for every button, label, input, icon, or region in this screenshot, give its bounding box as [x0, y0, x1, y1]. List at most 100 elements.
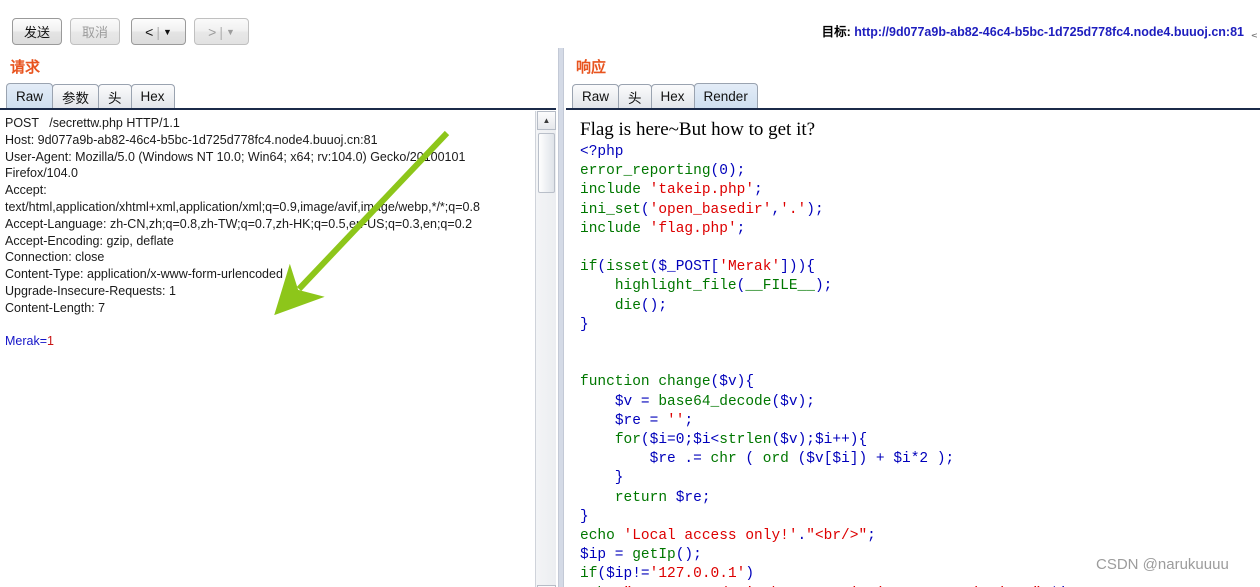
- code-token: '127.0.0.1': [649, 566, 746, 583]
- code-token: if: [580, 566, 598, 583]
- response-tab-raw[interactable]: Raw: [572, 84, 620, 108]
- proxy-window: 发送 取消 < | ▼ > | ▼ 目标: http://9d077a9b-ab…: [0, 0, 1260, 587]
- toolbar: 发送 取消 < | ▼ > | ▼ 目标: http://9d077a9b-ab…: [0, 0, 1260, 48]
- code-token: ();: [640, 297, 668, 314]
- response-tabstrip: Raw 头 Hex Render: [572, 83, 758, 108]
- code-token: $i: [814, 432, 833, 449]
- chevron-down-icon[interactable]: ▼: [163, 28, 172, 37]
- code-token: );: [806, 201, 824, 218]
- response-panel-title: 响应: [576, 58, 607, 76]
- tab-label: 头: [108, 90, 122, 106]
- code-token: 2: [919, 451, 929, 468]
- code-token: }: [580, 470, 624, 487]
- tab-label: Hex: [660, 89, 685, 104]
- send-button[interactable]: 发送: [12, 18, 62, 45]
- code-token: =: [667, 432, 676, 449]
- request-raw-editor[interactable]: POST /secrettw.php HTTP/1.1 Host: 9d077a…: [0, 111, 543, 587]
- code-token: ,: [771, 201, 781, 218]
- next-request-button[interactable]: > | ▼: [194, 18, 249, 45]
- request-tab-参数[interactable]: 参数: [52, 84, 100, 108]
- code-token: ])){: [780, 259, 815, 276]
- code-token: isset: [606, 259, 650, 276]
- response-tab-hex[interactable]: Hex: [650, 84, 695, 108]
- code-token: change: [658, 374, 711, 391]
- request-headers-text: POST /secrettw.php HTTP/1.1 Host: 9d077a…: [5, 116, 480, 315]
- code-token: (: [710, 374, 720, 391]
- code-token: strlen: [719, 432, 772, 449]
- code-token: (: [771, 432, 781, 449]
- separator-icon: |: [219, 23, 223, 40]
- code-token: );: [797, 393, 815, 410]
- code-token: =: [640, 412, 668, 429]
- request-tabstrip: Raw 参数 头 Hex: [6, 83, 175, 108]
- request-tab-hex[interactable]: Hex: [130, 84, 175, 108]
- code-token: return: [614, 489, 676, 506]
- chevron-down-icon[interactable]: ▼: [226, 28, 235, 37]
- scroll-up-icon[interactable]: ▲: [537, 111, 556, 130]
- code-token: '.': [780, 201, 807, 218]
- scrollbar-thumb[interactable]: [538, 133, 555, 193]
- response-render-view[interactable]: Flag is here~But how to get it? <?php er…: [566, 111, 1260, 587]
- code-token: $ip: [606, 566, 633, 583]
- code-token: ;: [754, 182, 763, 199]
- request-tab-raw[interactable]: Raw: [6, 83, 54, 108]
- code-token: .: [797, 528, 807, 545]
- request-tab-头[interactable]: 头: [98, 84, 132, 108]
- code-token: for: [614, 432, 641, 449]
- request-body-param-value: 1: [47, 334, 54, 349]
- panel-splitter[interactable]: [558, 48, 564, 587]
- request-scrollbar[interactable]: ▲ ▼: [535, 111, 556, 587]
- code-token: }: [580, 508, 589, 525]
- separator-icon: |: [156, 23, 160, 40]
- code-token: (: [710, 163, 720, 180]
- code-token: "<br/>": [806, 528, 868, 545]
- code-token: (: [597, 566, 607, 583]
- code-token: ++){: [832, 432, 868, 449]
- code-token: );: [928, 451, 955, 468]
- code-token: ;: [736, 220, 746, 237]
- cancel-button[interactable]: 取消: [70, 18, 120, 45]
- send-button-label: 发送: [23, 25, 50, 40]
- code-token: ;: [684, 412, 694, 429]
- request-panel-title: 请求: [10, 58, 41, 76]
- prev-arrow-icon: <: [145, 23, 154, 40]
- code-token: <: [710, 432, 720, 449]
- response-tab-头[interactable]: 头: [618, 84, 652, 108]
- tab-label: Raw: [16, 88, 44, 104]
- tab-label: Hex: [140, 89, 165, 104]
- target-label: 目标:: [821, 25, 855, 39]
- tab-label: Render: [703, 88, 748, 104]
- target-url[interactable]: http://9d077a9b-ab82-46c4-b5bc-1d725d778…: [854, 25, 1244, 39]
- code-token: base64_decode: [658, 393, 772, 410]
- code-token: =: [632, 393, 659, 410]
- code-token: include: [580, 220, 650, 237]
- code-token: include: [580, 182, 650, 199]
- code-token: $re: [675, 489, 702, 506]
- tab-label: Raw: [582, 89, 610, 104]
- code-token: 'Local access only!': [623, 528, 798, 545]
- code-token: ;: [867, 528, 876, 545]
- request-body-line: Merak=1: [5, 334, 54, 348]
- code-token: <?php: [580, 144, 624, 160]
- response-heading: Flag is here~But how to get it?: [580, 119, 816, 140]
- code-token: $v: [806, 451, 824, 468]
- scroll-hint-icon: ∧: [1249, 32, 1260, 39]
- code-token: $i: [649, 432, 668, 449]
- code-token: function: [580, 374, 659, 391]
- next-arrow-icon: >: [208, 23, 217, 40]
- code-token: ;: [684, 432, 694, 449]
- code-token: '': [667, 412, 685, 429]
- code-token: echo: [580, 528, 624, 545]
- code-token: ){: [736, 374, 755, 391]
- code-token: }: [580, 316, 589, 333]
- code-token: (: [797, 451, 807, 468]
- code-token: 'takeip.php': [649, 182, 755, 199]
- watermark: CSDN @narukuuuu: [1096, 556, 1229, 573]
- previous-request-button[interactable]: < | ▼: [131, 18, 186, 45]
- code-token: (: [771, 393, 781, 410]
- code-token: $v: [780, 432, 798, 449]
- response-tab-render[interactable]: Render: [693, 83, 758, 108]
